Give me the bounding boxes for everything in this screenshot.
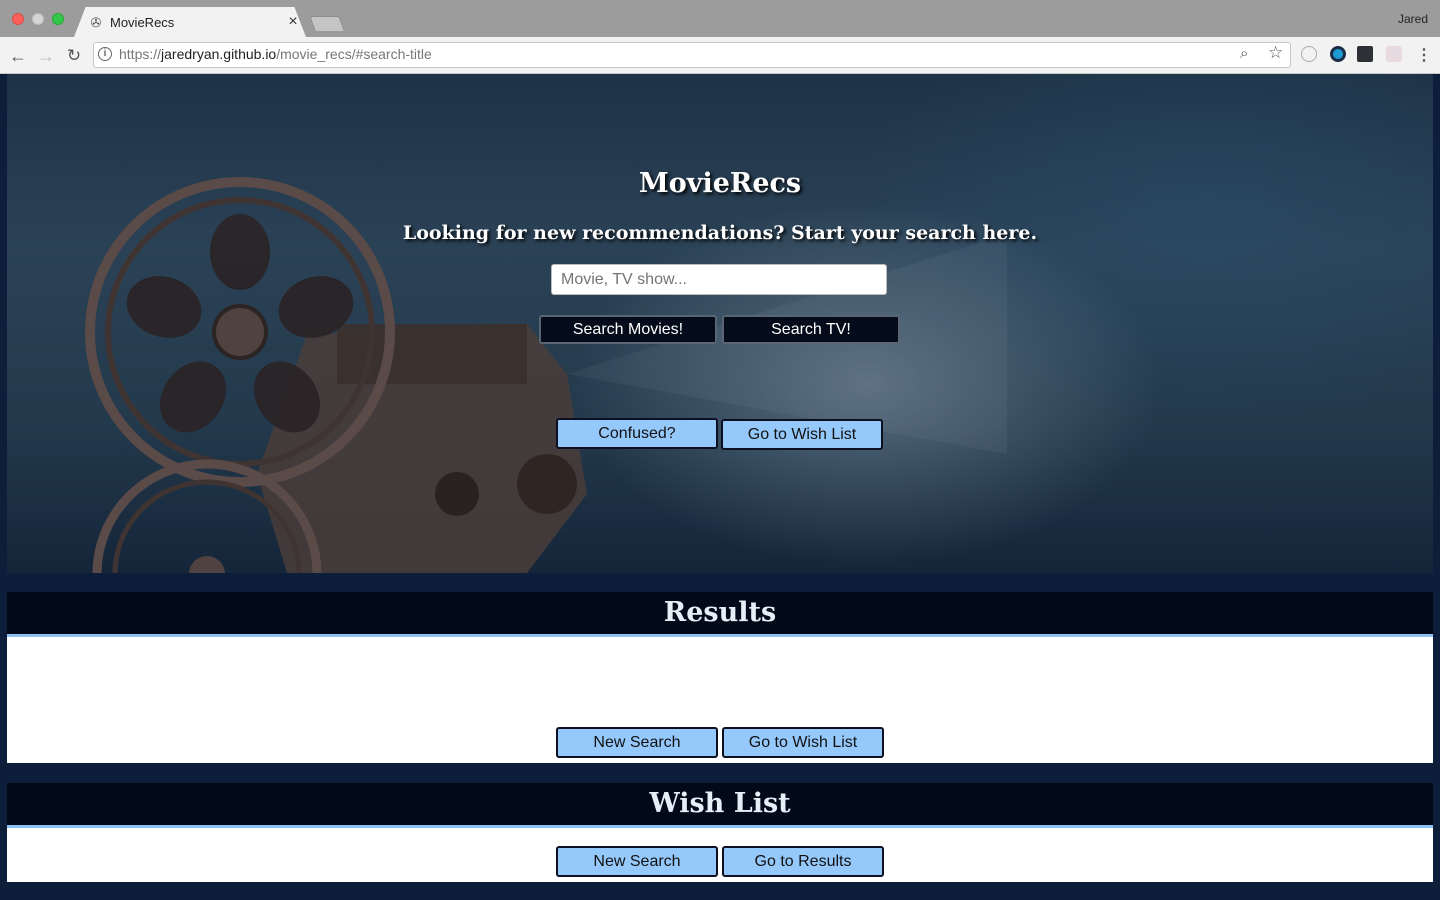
zoom-icon[interactable]: ⌕ — [1240, 45, 1248, 62]
back-icon[interactable]: ← — [8, 46, 28, 66]
go-to-results-button[interactable]: Go to Results — [722, 846, 884, 877]
search-tv-button[interactable]: Search TV! — [722, 315, 900, 344]
wish-list-panel: New Search Go to Results — [7, 828, 1433, 882]
film-projector-illustration — [85, 177, 1007, 573]
results-panel: New Search Go to Wish List — [7, 637, 1433, 763]
reload-icon[interactable]: ↻ — [64, 46, 84, 66]
search-input[interactable] — [551, 264, 887, 295]
url-text[interactable]: https://jaredryan.github.io/movie_recs/#… — [119, 46, 432, 62]
star-icon[interactable]: ☆ — [1268, 43, 1283, 63]
extension-icon[interactable] — [1357, 46, 1373, 62]
new-tab-button[interactable] — [309, 16, 345, 31]
maximize-window-button[interactable] — [52, 13, 64, 25]
close-tab-icon[interactable]: × — [284, 12, 302, 32]
page-subtitle: Looking for new recommendations? Start y… — [402, 222, 1038, 244]
page-title: MovieRecs — [638, 168, 802, 199]
go-to-wish-list-button[interactable]: Go to Wish List — [721, 419, 883, 450]
profile-name[interactable]: Jared — [1398, 12, 1428, 26]
wish-list-heading: Wish List — [649, 788, 791, 819]
extension-icon[interactable] — [1386, 46, 1402, 62]
go-to-wish-list-button[interactable]: Go to Wish List — [722, 727, 884, 758]
search-movies-button[interactable]: Search Movies! — [539, 315, 717, 344]
extension-icon[interactable] — [1301, 46, 1317, 62]
url-host: jaredryan.github.io — [161, 46, 277, 62]
tab-title[interactable]: MovieRecs — [110, 15, 174, 30]
url-path: /movie_recs/#search-title — [276, 46, 432, 62]
url-scheme: https:// — [119, 46, 162, 62]
extension-icon[interactable] — [1330, 46, 1346, 62]
hero-section: MovieRecs Looking for new recommendation… — [7, 74, 1433, 573]
confused-button[interactable]: Confused? — [556, 418, 718, 449]
new-search-button[interactable]: New Search — [556, 846, 718, 877]
close-window-button[interactable] — [12, 13, 24, 25]
wish-list-header: Wish List — [7, 783, 1433, 828]
minimize-window-button[interactable] — [32, 13, 44, 25]
menu-icon[interactable]: ⋮ — [1416, 45, 1432, 65]
forward-icon[interactable]: → — [36, 46, 56, 66]
new-search-button[interactable]: New Search — [556, 727, 718, 758]
results-header: Results — [7, 592, 1433, 637]
results-heading: Results — [663, 597, 777, 628]
film-reel-icon: ✇ — [90, 15, 102, 30]
info-icon[interactable]: i — [98, 47, 112, 61]
browser-tab[interactable] — [74, 7, 306, 37]
